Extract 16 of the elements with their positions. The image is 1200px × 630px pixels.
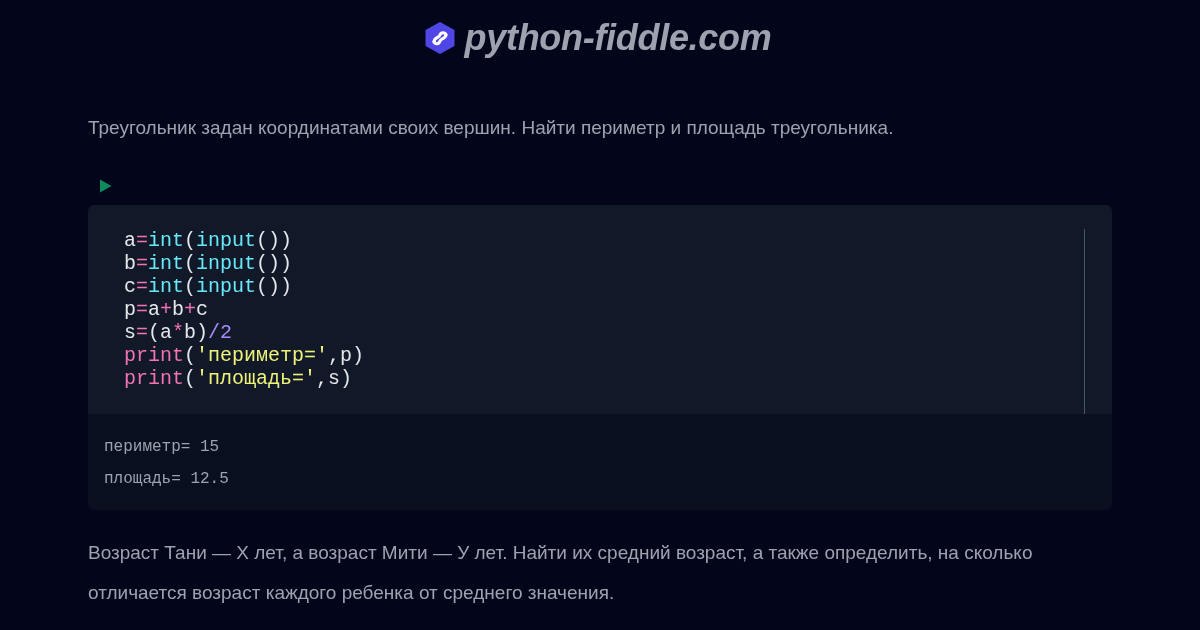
code-line: p=a+b+c (124, 298, 209, 321)
code-editor[interactable]: a=int(input()) b=int(input()) c=int(input()) p=a+b+c s=(a*b)/2 print('периметр=',p) print('площадь=',s) (88, 205, 1112, 414)
code-line: print('периметр=',p) (124, 344, 365, 367)
output-line: периметр= 15 (104, 437, 220, 458)
code-line: a=int(input()) (124, 229, 293, 252)
hexagon-logo-icon (424, 22, 455, 54)
code-line: c=int(input()) (124, 275, 293, 298)
output-line: площадь= 12.5 (104, 469, 229, 490)
task-text: Треугольник задан координатами своих вершин. Найти периметр и площадь треугольника. (88, 116, 895, 140)
run-button[interactable] (99, 179, 112, 193)
code-line: s=(a*b)/2 (124, 321, 233, 344)
code-line: b=int(input()) (124, 252, 293, 275)
task-text: Возраст Тани — X лет, а возраст Мити — У лет. Найти их средний возраст, а также определить, на сколько отличается возраст каждого ребенка от среднего значения. (88, 541, 1034, 605)
play-icon (99, 179, 112, 193)
code-line: print('площадь=',s) (124, 367, 353, 390)
site-name[interactable]: python-fiddle.com (464, 16, 776, 60)
